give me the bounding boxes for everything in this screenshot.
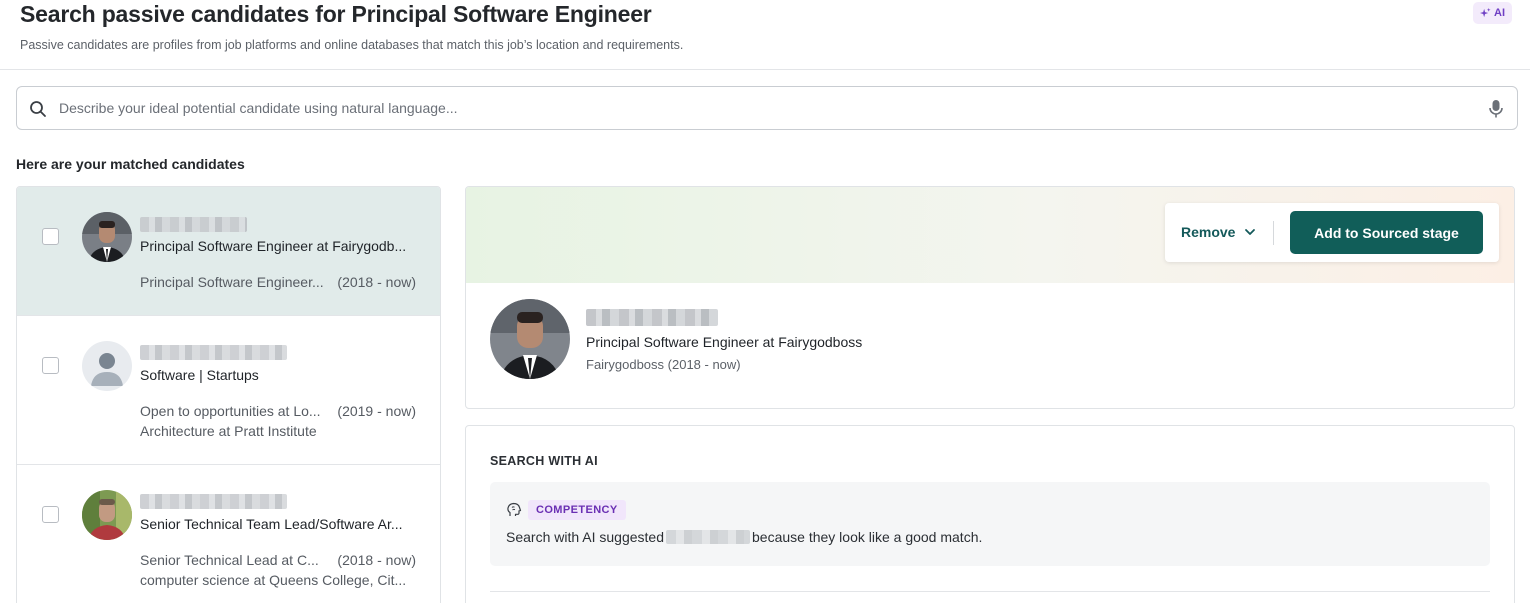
page-subtitle: Passive candidates are profiles from job… bbox=[20, 38, 684, 52]
candidate-headline: Senior Technical Team Lead/Software Ar..… bbox=[140, 516, 403, 532]
candidate-experience: Principal Software Engineer... (2018 - n… bbox=[140, 274, 416, 290]
candidate-years: (2018 - now) bbox=[337, 274, 416, 290]
candidate-name-redacted bbox=[140, 217, 247, 232]
search-input[interactable] bbox=[59, 87, 1479, 129]
candidate-row[interactable]: Principal Software Engineer at Fairygodb… bbox=[17, 187, 440, 316]
matched-candidates-heading: Here are your matched candidates bbox=[16, 156, 245, 172]
search-icon bbox=[30, 101, 46, 117]
candidate-row[interactable]: Software | Startups Open to opportunitie… bbox=[17, 316, 440, 465]
competency-tag: COMPETENCY bbox=[528, 500, 626, 520]
remove-button-label: Remove bbox=[1181, 224, 1236, 240]
ai-card-title: SEARCH WITH AI bbox=[490, 454, 598, 468]
remove-button[interactable]: Remove bbox=[1181, 215, 1256, 249]
ai-reason-suffix: because they look like a good match. bbox=[752, 529, 983, 545]
candidate-education: Architecture at Pratt Institute bbox=[140, 423, 317, 439]
page-title: Search passive candidates for Principal … bbox=[20, 1, 652, 27]
candidate-avatar bbox=[82, 490, 132, 540]
ai-reason-text: Search with AI suggested because they lo… bbox=[506, 529, 982, 545]
candidate-role: Senior Technical Lead at C... bbox=[140, 552, 319, 568]
action-divider bbox=[1273, 221, 1274, 245]
candidate-headline: Principal Software Engineer at Fairygodb… bbox=[140, 238, 407, 254]
ai-badge[interactable]: AI bbox=[1473, 2, 1512, 24]
reason-name-redacted bbox=[666, 530, 750, 544]
candidate-name-redacted bbox=[140, 345, 287, 360]
candidate-experience: Senior Technical Lead at C... (2018 - no… bbox=[140, 552, 416, 568]
candidate-role: Principal Software Engineer... bbox=[140, 274, 324, 290]
candidate-headline: Software | Startups bbox=[140, 367, 259, 383]
page-header: Search passive candidates for Principal … bbox=[0, 0, 1530, 70]
candidate-years: (2018 - now) bbox=[337, 552, 416, 568]
detail-name-redacted bbox=[586, 309, 718, 326]
detail-company: Fairygodboss (2018 - now) bbox=[586, 357, 741, 372]
ai-suggestion: COMPETENCY Search with AI suggested beca… bbox=[490, 482, 1490, 566]
candidate-search-box bbox=[16, 86, 1518, 130]
microphone-icon[interactable] bbox=[1487, 99, 1505, 119]
candidate-checkbox[interactable] bbox=[42, 506, 59, 523]
candidate-name-redacted bbox=[140, 494, 287, 509]
candidate-education: computer science at Queens College, Cit.… bbox=[140, 572, 407, 588]
candidate-detail-card: Remove Add to Sourced stage Principal So… bbox=[465, 186, 1515, 409]
candidate-action-bar: Remove Add to Sourced stage bbox=[1165, 203, 1499, 262]
brain-icon bbox=[507, 502, 522, 516]
ai-card-divider bbox=[490, 591, 1490, 592]
default-avatar-icon bbox=[82, 341, 132, 391]
detail-avatar bbox=[490, 299, 570, 379]
candidate-role: Open to opportunities at Lo... bbox=[140, 403, 321, 419]
ai-badge-label: AI bbox=[1494, 7, 1505, 19]
candidate-experience: Open to opportunities at Lo... (2019 - n… bbox=[140, 403, 416, 419]
candidate-row[interactable]: Senior Technical Team Lead/Software Ar..… bbox=[17, 465, 440, 603]
ai-reason-prefix: Search with AI suggested bbox=[506, 529, 664, 545]
search-with-ai-card: SEARCH WITH AI COMPETENCY Search with AI… bbox=[465, 425, 1515, 603]
candidate-checkbox[interactable] bbox=[42, 357, 59, 374]
candidate-years: (2019 - now) bbox=[337, 403, 416, 419]
detail-headline: Principal Software Engineer at Fairygodb… bbox=[586, 334, 863, 350]
candidate-list: Principal Software Engineer at Fairygodb… bbox=[16, 186, 441, 603]
add-to-sourced-stage-button[interactable]: Add to Sourced stage bbox=[1290, 211, 1483, 254]
candidate-checkbox[interactable] bbox=[42, 228, 59, 245]
candidate-avatar bbox=[82, 212, 132, 262]
chevron-down-icon bbox=[1245, 229, 1256, 235]
sparkle-icon bbox=[1480, 7, 1491, 17]
